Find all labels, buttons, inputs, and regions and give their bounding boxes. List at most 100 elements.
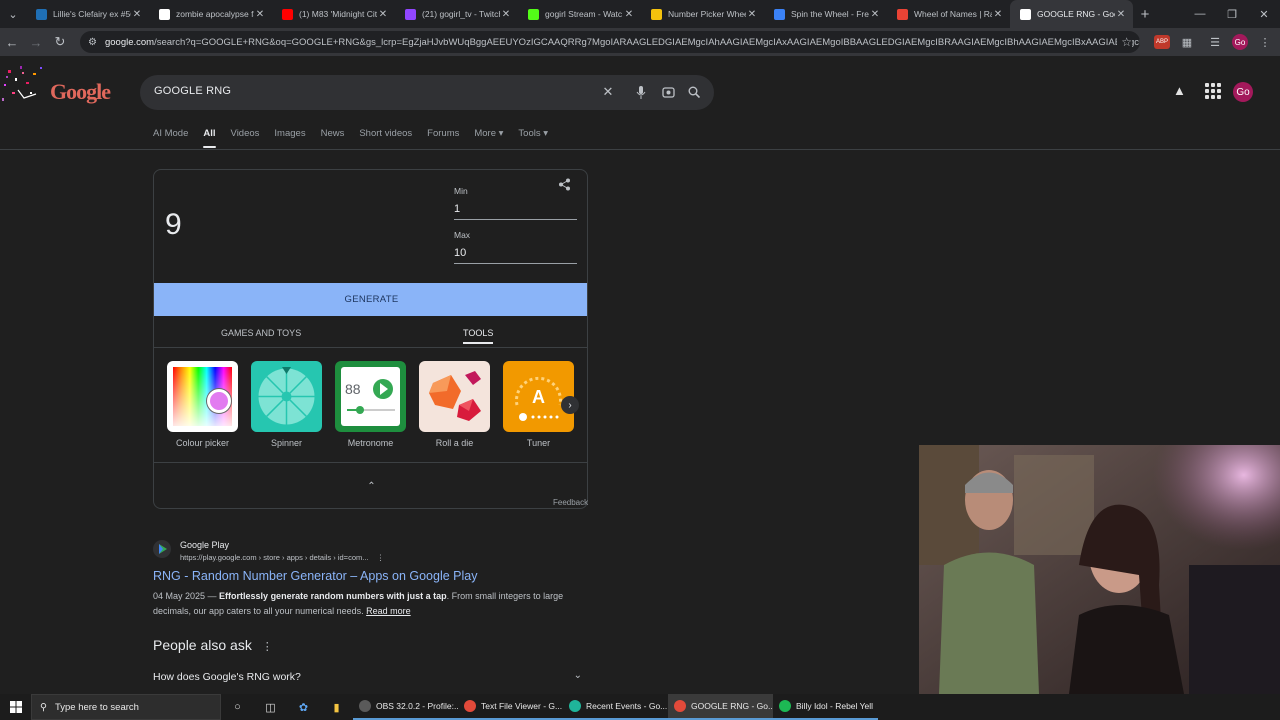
- browser-tab[interactable]: gogirl Stream - Watc ✕: [518, 0, 641, 28]
- share-icon[interactable]: [558, 178, 571, 194]
- google-doodle-logo[interactable]: Google: [0, 64, 120, 114]
- tab-title: (1) M83 'Midnight Cit: [299, 9, 377, 19]
- roll-a-die-label: Roll a die: [435, 438, 474, 448]
- reload-icon[interactable]: ↻: [48, 28, 72, 56]
- result-url[interactable]: https://play.google.com › store › apps ›…: [180, 553, 384, 562]
- tab-close-icon[interactable]: ✕: [377, 9, 389, 20]
- browser-toolbar: ← → ↻ ⚙ google.com/search?q=GOOGLE+RNG&o…: [0, 28, 1280, 56]
- tab-all[interactable]: All: [203, 128, 216, 148]
- tab-favicon-icon: [651, 8, 662, 20]
- tab-games-and-toys[interactable]: GAMES AND TOYS: [221, 328, 301, 338]
- collapse-chevron-up-icon[interactable]: ⌃: [154, 462, 587, 508]
- taskbar-app-icon: [359, 700, 371, 712]
- site-info-icon[interactable]: ⚙: [88, 37, 97, 48]
- tab-title: gogirl Stream - Watc: [545, 9, 623, 19]
- tab-favicon-icon: [405, 8, 416, 20]
- spinner-tool[interactable]: Spinner: [251, 361, 322, 448]
- paa-more-options-icon[interactable]: ⋮: [262, 641, 273, 653]
- generate-button[interactable]: GENERATE: [154, 283, 587, 316]
- min-input[interactable]: 1: [454, 203, 577, 220]
- search-icon[interactable]: [685, 83, 703, 101]
- tab-close-icon[interactable]: ✕: [1115, 9, 1127, 20]
- tab-news[interactable]: News: [321, 128, 345, 148]
- labs-flask-icon[interactable]: ▲: [1173, 83, 1186, 98]
- taskbar-app[interactable]: Text File Viewer - G...: [458, 694, 563, 720]
- back-icon[interactable]: ←: [0, 28, 24, 56]
- tab-tools[interactable]: Tools ▾: [518, 128, 548, 148]
- tab-close-icon[interactable]: ✕: [869, 9, 881, 20]
- microphone-icon[interactable]: [632, 83, 650, 101]
- result-title-link[interactable]: RNG - Random Number Generator – Apps on …: [153, 569, 477, 583]
- metronome-icon: 88: [335, 361, 406, 432]
- task-view-icon[interactable]: ◫: [254, 694, 287, 720]
- webcam-overlay: [919, 445, 1280, 694]
- new-tab-button[interactable]: +: [1133, 2, 1157, 26]
- bookmark-star-icon[interactable]: ☆: [1117, 35, 1132, 49]
- tab-close-icon[interactable]: ✕: [746, 9, 758, 20]
- taskbar-app-icon: [779, 700, 791, 712]
- tab-search-icon[interactable]: ⌄: [0, 0, 26, 28]
- tab-forums[interactable]: Forums: [427, 128, 459, 148]
- max-input[interactable]: 10: [454, 247, 577, 264]
- account-avatar[interactable]: Go: [1233, 82, 1253, 102]
- carousel-next-chevron-icon[interactable]: ›: [561, 396, 579, 414]
- taskbar-app[interactable]: GOOGLE RNG - Go...: [668, 694, 773, 720]
- tab-title: (21) gogirl_tv - Twitch: [422, 9, 500, 19]
- minimize-icon[interactable]: —: [1184, 0, 1216, 28]
- google-apps-icon[interactable]: [1205, 83, 1221, 99]
- file-explorer-icon[interactable]: ▮: [320, 694, 353, 720]
- result-more-options-icon[interactable]: ⋮: [377, 553, 385, 562]
- tab-tools-selected[interactable]: TOOLS: [463, 328, 494, 344]
- browser-tab[interactable]: Wheel of Names | Ra ✕: [887, 0, 1010, 28]
- browser-tab[interactable]: Spin the Wheel - Fre ✕: [764, 0, 887, 28]
- chevron-down-icon[interactable]: ⌄: [574, 670, 582, 681]
- search-box[interactable]: GOOGLE RNG ✕: [140, 75, 714, 110]
- tab-close-icon[interactable]: ✕: [254, 9, 266, 20]
- tab-more[interactable]: More ▾: [474, 128, 503, 148]
- metronome-label: Metronome: [347, 438, 394, 448]
- tuner-icon: A: [503, 361, 574, 432]
- tab-short-videos[interactable]: Short videos: [359, 128, 412, 148]
- taskbar-app-label: OBS 32.0.2 - Profile:...: [376, 701, 458, 711]
- taskbar-app[interactable]: OBS 32.0.2 - Profile:...: [353, 694, 458, 720]
- profile-avatar[interactable]: Go: [1232, 34, 1248, 50]
- header-divider: [0, 149, 1280, 150]
- copilot-icon[interactable]: ✿: [287, 694, 320, 720]
- cortana-icon[interactable]: ○: [221, 694, 254, 720]
- lens-camera-icon[interactable]: [659, 83, 677, 101]
- tab-close-icon[interactable]: ✕: [623, 9, 635, 20]
- colour-picker-tool[interactable]: Colour picker: [167, 361, 238, 448]
- close-window-icon[interactable]: ✕: [1248, 0, 1280, 28]
- read-more-link[interactable]: Read more: [366, 606, 411, 616]
- tab-title: zombie apocalypse fa: [176, 9, 254, 19]
- metronome-tool[interactable]: 88 Metronome: [335, 361, 406, 448]
- browser-tab[interactable]: zombie apocalypse fa ✕: [149, 0, 272, 28]
- browser-tab[interactable]: Lillie's Clefairy ex #56 ✕: [26, 0, 149, 28]
- tab-images[interactable]: Images: [274, 128, 305, 148]
- tab-close-icon[interactable]: ✕: [500, 9, 512, 20]
- browser-menu-icon[interactable]: ⋮: [1254, 31, 1276, 53]
- restore-icon[interactable]: ❐: [1216, 0, 1248, 28]
- extensions-puzzle-icon[interactable]: ▦: [1176, 31, 1198, 53]
- taskbar-app[interactable]: Billy Idol - Rebel Yell: [773, 694, 878, 720]
- adblock-extension-icon[interactable]: ABP: [1154, 35, 1170, 49]
- taskbar-search-box[interactable]: ⚲ Type here to search: [31, 694, 221, 720]
- tab-ai-mode[interactable]: AI Mode: [153, 128, 188, 148]
- paa-question[interactable]: How does Google's RNG work? ⌄: [153, 670, 588, 683]
- tab-close-icon[interactable]: ✕: [992, 9, 1004, 20]
- roll-a-die-tool[interactable]: Roll a die: [419, 361, 490, 448]
- forward-icon[interactable]: →: [24, 28, 48, 56]
- tab-videos[interactable]: Videos: [231, 128, 260, 148]
- browser-tab[interactable]: (1) M83 'Midnight Cit ✕: [272, 0, 395, 28]
- feedback-link[interactable]: Feedback: [553, 498, 588, 507]
- media-controls-icon[interactable]: ☰: [1204, 31, 1226, 53]
- browser-tab[interactable]: Number Picker Whee ✕: [641, 0, 764, 28]
- taskbar-app[interactable]: Recent Events - Go...: [563, 694, 668, 720]
- browser-tab[interactable]: (21) gogirl_tv - Twitch ✕: [395, 0, 518, 28]
- address-bar[interactable]: ⚙ google.com/search?q=GOOGLE+RNG&oq=GOOG…: [80, 31, 1140, 53]
- tab-close-icon[interactable]: ✕: [131, 9, 143, 20]
- colour-picker-label: Colour picker: [175, 438, 230, 448]
- clear-icon[interactable]: ✕: [599, 83, 617, 101]
- windows-start-icon[interactable]: [0, 694, 31, 720]
- browser-tab[interactable]: GOOGLE RNG - Goo ✕: [1010, 0, 1133, 28]
